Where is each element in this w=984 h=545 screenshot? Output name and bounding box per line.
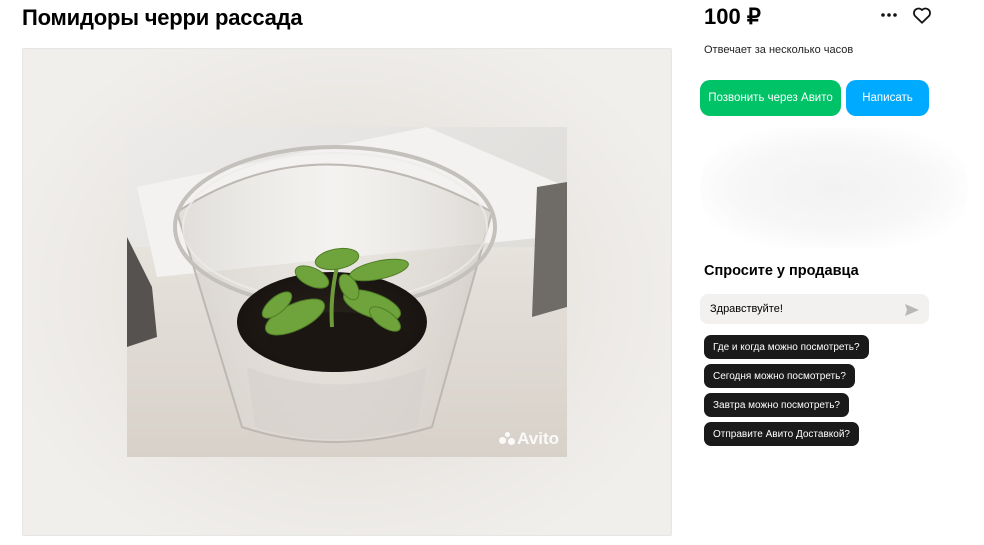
listing-actions	[880, 6, 932, 24]
seller-response-time: Отвечает за несколько часов	[704, 44, 854, 56]
avito-logo-icon	[499, 432, 516, 446]
blurred-seller-card	[700, 128, 968, 248]
suggestion-chip[interactable]: Завтра можно посмотреть?	[704, 393, 849, 417]
suggested-questions: Где и когда можно посмотреть? Сегодня мо…	[704, 335, 869, 446]
suggestion-chip[interactable]: Сегодня можно посмотреть?	[704, 364, 855, 388]
call-via-avito-button[interactable]: Позвонить через Авито	[700, 80, 841, 116]
suggestion-chip[interactable]: Где и когда можно посмотреть?	[704, 335, 869, 359]
more-icon[interactable]	[880, 6, 898, 24]
write-message-button[interactable]: Написать	[846, 80, 929, 116]
heart-icon[interactable]	[912, 6, 932, 24]
ask-seller-message-field[interactable]	[700, 294, 929, 324]
listing-price: 100 ₽	[704, 4, 761, 29]
send-icon[interactable]	[905, 303, 919, 316]
photo-gallery[interactable]: Avito	[22, 48, 672, 536]
ask-seller-heading: Спросите у продавца	[704, 263, 859, 279]
suggestion-chip[interactable]: Отправите Авито Доставкой?	[704, 422, 859, 446]
avito-watermark: Avito	[499, 429, 559, 449]
listing-photo[interactable]: Avito	[127, 127, 567, 457]
message-input[interactable]	[710, 303, 890, 315]
listing-title: Помидоры черри рассада	[22, 5, 303, 30]
